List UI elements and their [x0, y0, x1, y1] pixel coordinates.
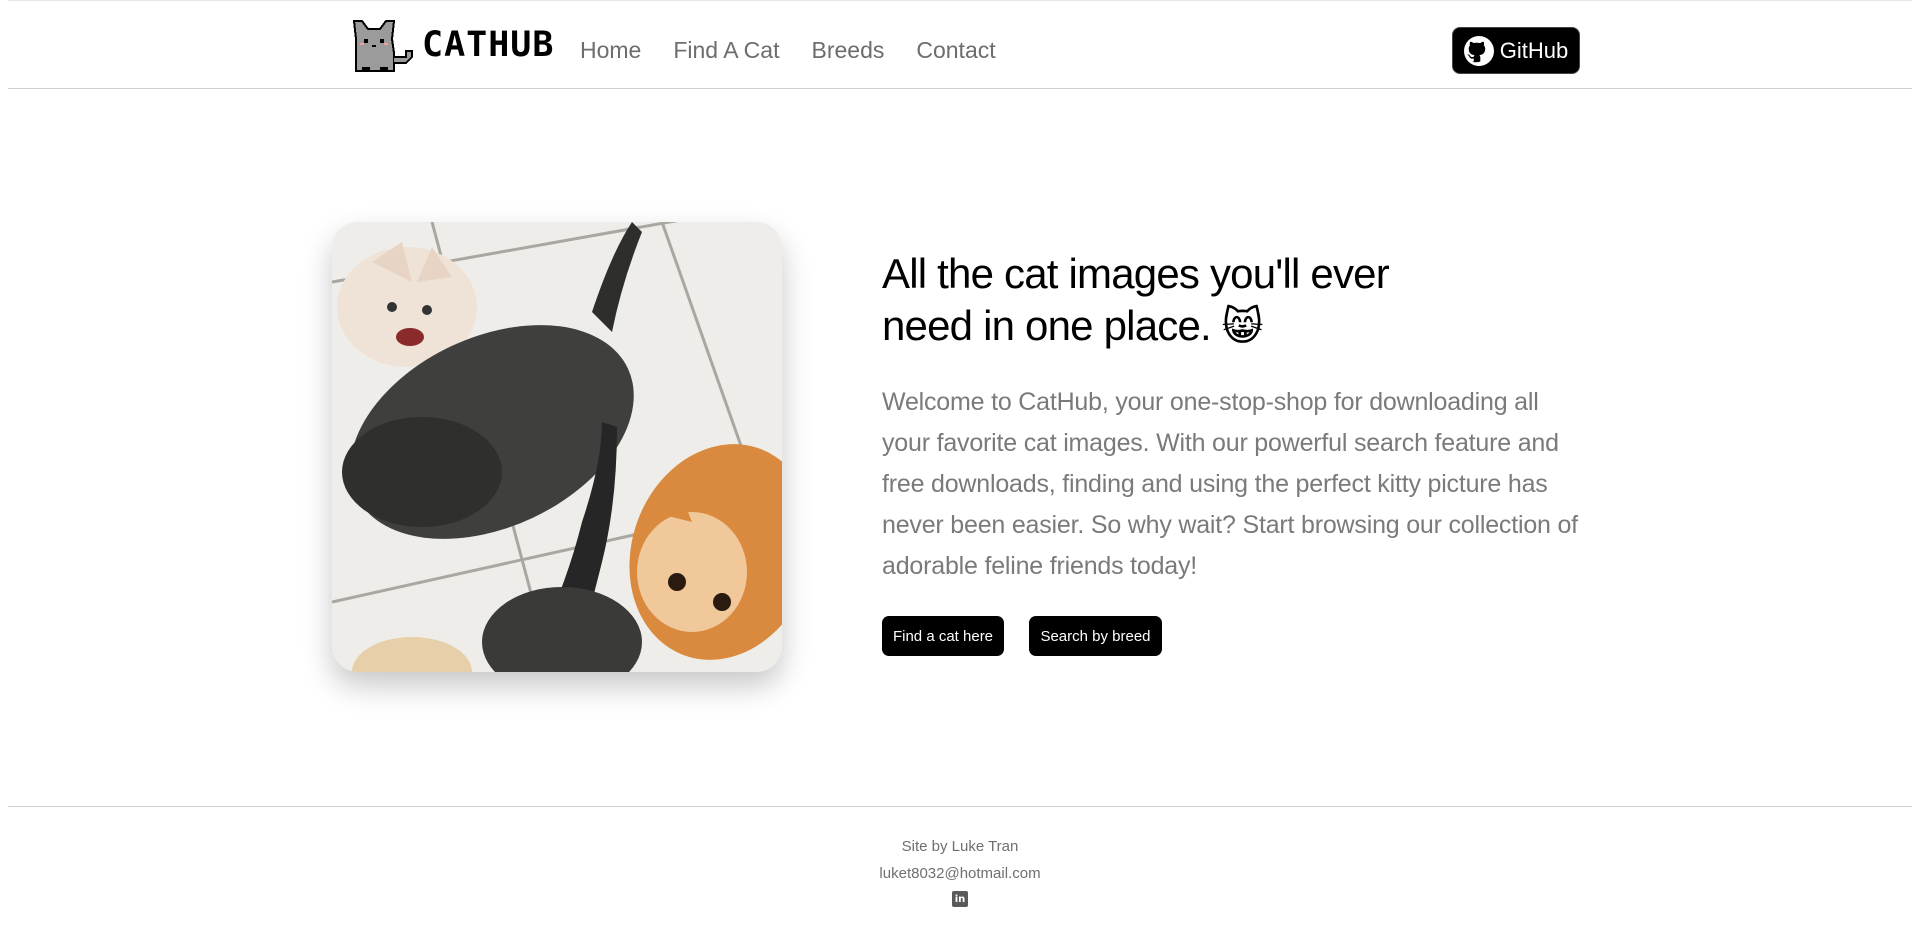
nav-home[interactable]: Home	[580, 37, 641, 64]
footer-credit: Site by Luke Tran	[901, 838, 1019, 855]
grinning-cat-icon: 😸	[1221, 304, 1264, 350]
footer-divider	[8, 806, 1912, 807]
github-icon	[1463, 35, 1494, 66]
main-nav: Home Find A Cat Breeds Contact	[580, 37, 1028, 64]
hero-title: All the cat images you'll ever need in o…	[882, 248, 1442, 353]
logo-text: CATHUB	[422, 25, 555, 65]
hero-description: Welcome to CatHub, your one-stop-shop fo…	[882, 388, 1578, 580]
site-logo[interactable]: CATHUB	[348, 13, 554, 75]
github-button[interactable]: GitHub	[1452, 27, 1580, 74]
nav-breeds[interactable]: Breeds	[811, 37, 884, 64]
search-by-breed-button[interactable]: Search by breed	[1029, 616, 1162, 656]
nav-contact[interactable]: Contact	[916, 37, 995, 64]
hero-cat-image	[332, 222, 782, 672]
site-header: CATHUB Home Find A Cat Breeds Contact Gi…	[8, 0, 1912, 89]
linkedin-icon[interactable]: in	[952, 891, 968, 907]
nav-find-a-cat[interactable]: Find A Cat	[673, 37, 779, 64]
find-cat-button[interactable]: Find a cat here	[882, 616, 1004, 656]
github-label: GitHub	[1499, 37, 1569, 63]
pixel-cat-icon	[352, 20, 413, 72]
footer-email[interactable]: luket8032@hotmail.com	[0, 865, 1917, 882]
hero-title-text: All the cat images you'll ever need in o…	[882, 250, 1390, 349]
